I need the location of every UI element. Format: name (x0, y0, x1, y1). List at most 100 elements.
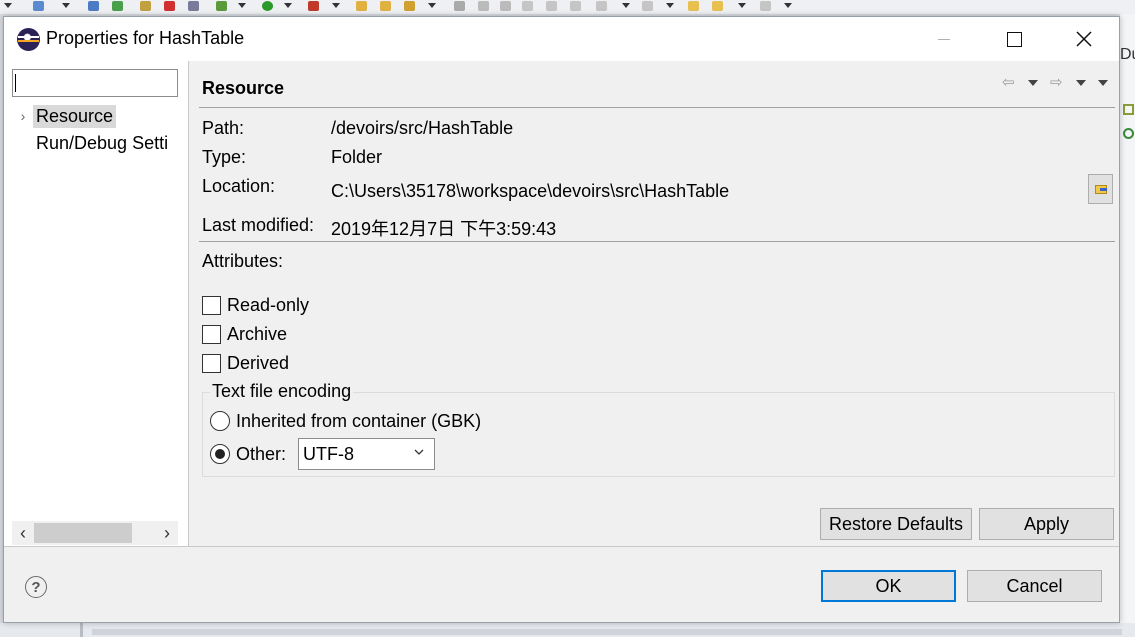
dropdown-icon (62, 3, 70, 8)
dropdown-icon (666, 3, 674, 8)
inherited-encoding-radio[interactable]: Inherited from container (GBK) (210, 408, 481, 434)
location-label: Location: (202, 176, 276, 196)
page-title: Resource (202, 78, 285, 98)
close-icon (1076, 31, 1092, 47)
dropdown-icon (428, 3, 436, 8)
encoding-group-title: Text file encoding (210, 381, 354, 402)
help-icon[interactable]: ? (25, 576, 47, 598)
last-modified-label: Last modified: (202, 215, 315, 235)
minimize-icon (938, 38, 950, 40)
toolbar-icon (688, 1, 699, 11)
toolbar-icon (546, 1, 557, 11)
toolbar-icon (642, 1, 653, 11)
radio-button[interactable] (210, 444, 230, 464)
ok-button[interactable]: OK (821, 570, 956, 602)
tree-item-resource[interactable]: › Resource (4, 103, 189, 129)
location-value: C:\Users\35178\workspace\devoirs\src\Has… (331, 181, 730, 201)
title-bar[interactable]: Properties for HashTable (4, 17, 1119, 61)
back-dropdown-icon[interactable] (1028, 80, 1038, 86)
toolbar-icon (596, 1, 607, 11)
toolbar-icon (478, 1, 489, 11)
encoding-select-value: UTF-8 (303, 443, 354, 464)
grid-icon (1123, 104, 1134, 115)
toolbar-icon (308, 1, 319, 11)
toolbar-icon (570, 1, 581, 11)
view-menu-icon[interactable] (1098, 80, 1108, 86)
show-in-explorer-button[interactable] (1088, 174, 1113, 204)
restore-defaults-button[interactable]: Restore Defaults (820, 508, 972, 540)
scrollbar-thumb[interactable] (34, 523, 132, 543)
dialog-footer: ? OK Cancel (4, 546, 1119, 622)
checkbox-box[interactable] (202, 295, 221, 315)
toolbar-icon (188, 1, 199, 11)
scroll-right-icon[interactable]: › (156, 521, 178, 545)
scroll-left-icon[interactable]: ‹ (12, 521, 34, 545)
chevron-down-icon (414, 449, 424, 455)
read-only-checkbox[interactable]: Read-only (202, 293, 309, 317)
background-right-edge: Du (1120, 14, 1135, 637)
archive-checkbox[interactable]: Archive (202, 322, 287, 346)
property-page: Resource ⇦ ⇨ Path: /devoirs/src/HashTabl… (190, 61, 1119, 546)
background-bottom-edge (0, 623, 1135, 637)
forward-dropdown-icon[interactable] (1076, 80, 1086, 86)
properties-dialog: Properties for HashTable › Resource Run/… (3, 16, 1120, 623)
dropdown-icon (284, 3, 292, 8)
checkbox-label: Archive (227, 323, 288, 344)
dropdown-icon (332, 3, 340, 8)
refresh-icon (1123, 128, 1134, 139)
tree-item-label: Run/Debug Setti (36, 132, 169, 153)
tree-item-label: Resource (33, 104, 117, 128)
back-arrow-icon[interactable]: ⇦ (1002, 73, 1015, 91)
toolbar-icon (404, 1, 415, 11)
toolbar-icon (760, 1, 771, 11)
toolbar-icon (712, 1, 723, 11)
toolbar-icon (454, 1, 465, 11)
dropdown-icon (784, 3, 792, 8)
radio-label: Other: (236, 443, 287, 464)
toolbar-icon (522, 1, 533, 11)
dropdown-icon (622, 3, 630, 8)
background-toolbar (0, 0, 1135, 14)
toolbar-icon (164, 1, 175, 11)
text-caret (15, 74, 16, 92)
encoding-select[interactable]: UTF-8 (298, 438, 435, 470)
type-value: Folder (331, 147, 383, 167)
checkbox-box[interactable] (202, 353, 221, 373)
cancel-button[interactable]: Cancel (967, 570, 1102, 602)
path-value: /devoirs/src/HashTable (331, 118, 514, 138)
attributes-label: Attributes: (202, 251, 284, 271)
radio-button[interactable] (210, 411, 230, 431)
forward-arrow-icon[interactable]: ⇨ (1050, 73, 1063, 91)
checkbox-box[interactable] (202, 324, 221, 344)
type-label: Type: (202, 147, 247, 167)
other-encoding-radio[interactable]: Other: (210, 441, 286, 467)
toolbar-icon (112, 1, 123, 11)
derived-checkbox[interactable]: Derived (202, 351, 289, 375)
toolbar-icon (140, 1, 151, 11)
maximize-button[interactable] (979, 17, 1049, 61)
dropdown-icon (238, 3, 246, 8)
folder-icon (356, 1, 367, 11)
divider (199, 241, 1115, 242)
background-panel (92, 629, 1122, 635)
folder-icon (380, 1, 391, 11)
navigation-pane: › Resource Run/Debug Setti ‹ › (4, 61, 189, 546)
filter-input[interactable] (12, 69, 178, 97)
tree-item-run-debug-settings[interactable]: Run/Debug Setti (4, 130, 180, 156)
toolbar-icon (33, 1, 44, 11)
path-label: Path: (202, 118, 245, 138)
maximize-icon (1006, 31, 1022, 47)
apply-button[interactable]: Apply (979, 508, 1114, 540)
checkbox-label: Derived (227, 352, 290, 373)
chevron-right-icon[interactable]: › (18, 103, 28, 129)
eclipse-icon (17, 28, 40, 51)
horizontal-scrollbar[interactable]: ‹ › (12, 521, 178, 545)
divider (80, 623, 83, 637)
minimize-button[interactable] (909, 17, 979, 61)
page-navigation: ⇦ ⇨ (1002, 73, 1112, 93)
divider (199, 107, 1115, 108)
radio-label: Inherited from container (GBK) (236, 410, 482, 431)
close-button[interactable] (1049, 17, 1119, 61)
toolbar-icon (88, 1, 99, 11)
background-text: Du (1120, 46, 1135, 63)
